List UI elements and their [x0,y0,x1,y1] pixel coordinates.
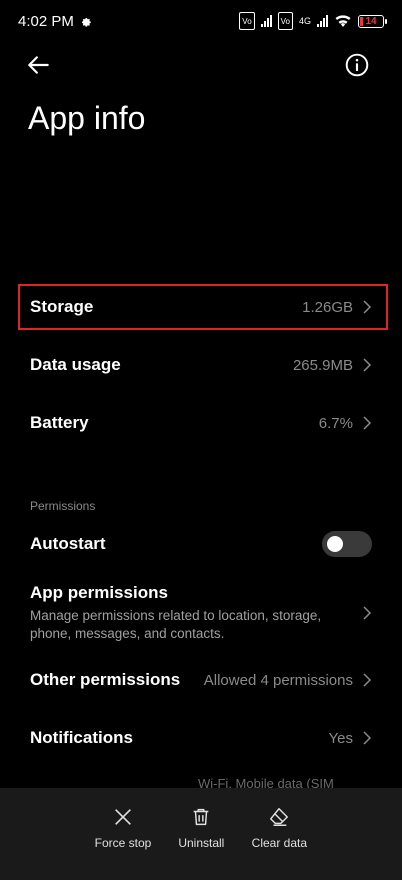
uninstall-label: Uninstall [178,836,225,850]
battery-label: Battery [30,413,89,432]
force-stop-button[interactable]: Force stop [94,806,152,880]
storage-value: 1.26GB [302,298,353,316]
network-type: 4G [298,16,311,26]
volte-icon: Vo [239,12,255,30]
status-time: 4:02 PM [18,12,74,30]
battery-row[interactable]: Battery 6.7% [0,402,402,444]
other-permissions-row[interactable]: Other permissions Allowed 4 permissions [0,660,402,700]
other-permissions-right: Allowed 4 permissions [204,672,372,689]
battery-fill [360,16,364,26]
eraser-icon [270,808,289,826]
data-usage-value: 265.9MB [292,356,353,374]
notifications-right: Yes [329,730,372,747]
top-bar [0,48,402,82]
clear-data-button[interactable]: Clear data [251,806,307,880]
storage-row[interactable]: Storage 1.26GB [0,286,402,328]
settings-gear-icon [81,17,91,27]
status-right: Vo Vo 4G 14 [239,12,387,30]
data-usage-label: Data usage [30,355,121,374]
app-permissions-row[interactable]: App permissions Manage permissions relat… [0,582,402,644]
data-usage-right: 265.9MB [293,357,372,374]
wifi-icon [335,15,351,27]
chevron-right-icon [363,416,372,430]
notifications-label: Notifications [30,728,133,747]
data-usage-row[interactable]: Data usage 265.9MB [0,344,402,386]
force-stop-label: Force stop [94,836,152,850]
toggle-knob [327,536,343,552]
permissions-section-header: Permissions [30,499,96,513]
autostart-toggle[interactable] [322,531,372,557]
trash-icon [194,808,209,826]
bottom-action-bar: Force stop Uninstall Clear data [0,788,402,880]
signal-strength-icon [260,15,272,27]
chevron-right-icon [363,358,372,372]
chevron-right-icon [363,673,372,687]
clear-data-label: Clear data [251,836,308,850]
chevron-right-icon [363,731,372,745]
battery-right: 6.7% [319,415,372,432]
chevron-right-icon [363,300,372,314]
other-permissions-label: Other permissions [30,670,181,689]
battery-level: 14 [365,15,377,27]
notifications-value: Yes [328,729,353,747]
signal-strength-icon-2 [317,15,328,27]
battery-icon: 14 [358,14,387,28]
autostart-row[interactable]: Autostart [0,524,402,564]
status-left: 4:02 PM [18,13,92,30]
info-icon[interactable] [344,52,370,78]
storage-label: Storage [30,297,94,316]
close-icon [115,809,131,825]
notifications-row[interactable]: Notifications Yes [0,718,402,758]
app-permissions-label: App permissions [30,583,168,602]
storage-right: 1.26GB [302,299,372,316]
volte-icon-2: Vo [277,12,293,30]
battery-value: 6.7% [318,414,353,432]
app-permissions-description: Manage permissions related to location, … [30,608,322,641]
back-arrow-icon[interactable] [26,52,52,78]
other-permissions-value: Allowed 4 permissions [203,671,353,689]
status-bar: 4:02 PM Vo Vo 4G 14 [0,0,402,42]
page-title: App info [28,100,146,136]
app-permissions-text: App permissions Manage permissions relat… [30,583,330,643]
uninstall-button[interactable]: Uninstall [173,806,229,880]
chevron-right-icon [363,606,372,620]
autostart-label: Autostart [30,534,106,553]
